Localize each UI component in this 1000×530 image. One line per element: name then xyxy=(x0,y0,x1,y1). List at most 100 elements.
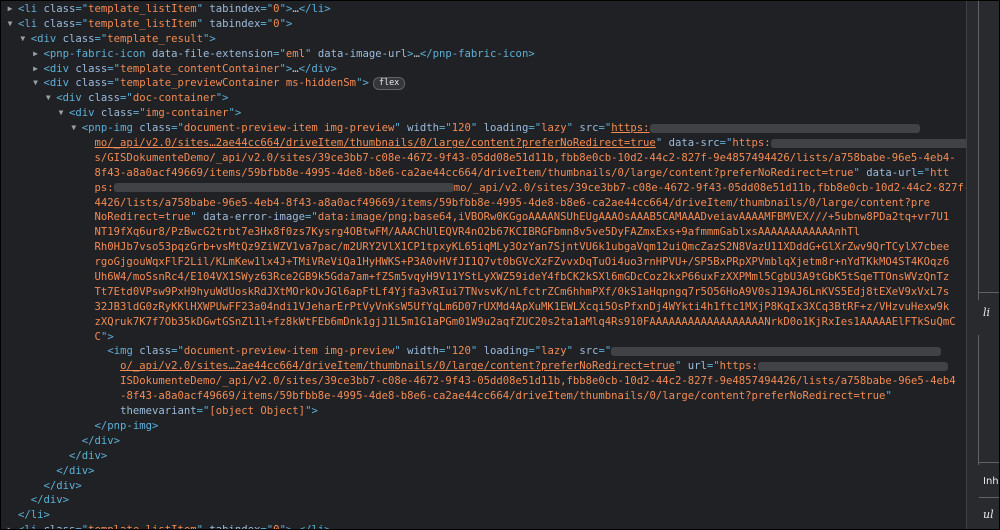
attribute-value[interactable]: mo/_api/v2.0/sites…2ae44cc664/driveItem/… xyxy=(95,137,656,149)
attribute-value: Tt7Etd0VPsw9PxH9hyuWdUoskRdJXtMOrkOvJGl6… xyxy=(94,285,950,298)
tag-token: <div xyxy=(56,92,89,105)
tag-token: =" xyxy=(260,524,273,530)
dom-tree-line[interactable]: ▶ <div class="template_contentContainer">… xyxy=(0,62,966,77)
dom-tree-line[interactable]: NT19fXq6ur8/PzBwcG2trbt7e3Hx8f0zs7Kysrg4… xyxy=(0,225,966,240)
tag-token: =" xyxy=(171,122,184,135)
dom-tree-line[interactable]: mo/_api/v2.0/sites…2ae44cc664/driveItem/… xyxy=(0,136,966,151)
expand-triangle-icon[interactable]: ▼ xyxy=(31,76,41,91)
attribute-value: template_result xyxy=(107,32,203,45)
attribute-value: template_previewContainer ms-hiddenSm xyxy=(120,77,357,90)
attribute-name: url xyxy=(687,360,707,373)
attribute-value: 4426/lists/a758babe-96e5-4eb4-8f43-a8a0a… xyxy=(94,196,931,209)
collapse-triangle-icon[interactable]: ▶ xyxy=(31,47,41,62)
tag-token: <li xyxy=(18,524,44,530)
tag-token: </div> xyxy=(30,494,70,507)
tag-token: "> xyxy=(305,405,318,418)
dom-tree-line[interactable]: Tt7Etd0VPsw9PxH9hyuWdUoskRdJXtMOrkOvJGl6… xyxy=(0,285,966,300)
dom-tree-line[interactable]: ps: mo/_api/v2.0/sites/39ce3bb7-c08e-4672… xyxy=(0,181,966,196)
dom-tree-line[interactable]: o/_api/v2.0/sites…2ae44cc664/driveItem/t… xyxy=(0,359,966,374)
tag-token: " xyxy=(470,122,484,135)
dom-tree-line[interactable]: ▼ <li class="template_listItem" tabindex=… xyxy=(0,17,966,32)
attribute-value: template_listItem xyxy=(88,17,197,30)
expand-triangle-icon[interactable]: ▼ xyxy=(5,17,15,32)
dom-tree-line[interactable]: NoRedirect=true" data-error-image="data:… xyxy=(0,210,966,225)
dom-tree-line[interactable]: ▼ <div class="template_result"> xyxy=(0,32,966,47)
dom-tree-line[interactable]: </div> xyxy=(0,449,966,464)
dom-tree-line[interactable]: <img class="document-preview-item img-pr… xyxy=(0,344,966,359)
collapse-triangle-icon[interactable]: ▶ xyxy=(31,62,41,77)
dom-tree-line[interactable]: 32JB3ldG0zRyKKlHXWPUwFF23a04ndi1VJeharEr… xyxy=(0,300,966,315)
dom-tree-line[interactable]: ▶<li class="template_listItem" tabindex=… xyxy=(0,2,966,17)
dom-tree-line[interactable]: ▶ <pnp-fabric-icon data-file-extension="e… xyxy=(0,47,966,62)
inherited-label: Inh xyxy=(983,476,999,487)
tag-token: " xyxy=(197,524,210,530)
attribute-value: htt xyxy=(930,166,950,179)
dom-tree-line[interactable]: ▼ <pnp-img class="document-preview-item i… xyxy=(0,121,966,136)
attribute-value[interactable]: https: xyxy=(611,122,649,134)
attribute-value: rgoGjgouWqxFlF2Lil/KLmKew1lx4J+TMiVReViQ… xyxy=(94,256,950,269)
dom-tree-line[interactable]: </div> xyxy=(0,493,966,508)
collapse-triangle-icon[interactable]: ▶ xyxy=(5,523,15,530)
attribute-value: doc-container xyxy=(132,92,216,105)
dom-tree-line[interactable]: </pnp-img> xyxy=(0,419,966,434)
dom-tree-line[interactable]: </li> xyxy=(0,508,966,523)
attribute-value: img-container xyxy=(145,107,229,120)
expand-triangle-icon[interactable]: ▼ xyxy=(18,32,28,47)
redacted-text xyxy=(770,138,966,148)
dom-tree-line[interactable]: rgoGjgouWqxFlF2Lil/KLmKew1lx4J+TMiVReViQ… xyxy=(0,255,966,270)
expand-triangle-icon[interactable]: ▼ xyxy=(69,121,79,136)
collapse-triangle-icon[interactable]: ▶ xyxy=(5,2,15,17)
tag-token: =" xyxy=(94,32,108,45)
attribute-value: template_listItem xyxy=(88,3,197,15)
dom-tree-line[interactable]: ISDokumenteDemo/_api/v2.0/sites/39ce3bb7… xyxy=(0,374,966,389)
redacted-text xyxy=(649,123,920,133)
expand-triangle-icon[interactable]: ▼ xyxy=(43,91,53,106)
attribute-value: Uh6W4/moSsnRc4/E104VX1SWyz63Rce2GB9k5Gda… xyxy=(94,271,950,284)
tag-token: </li> xyxy=(299,524,331,530)
pane-splitter[interactable] xyxy=(978,0,979,300)
attribute-name: src xyxy=(579,122,599,135)
attribute-name: tabindex xyxy=(209,524,260,530)
dom-tree-line[interactable]: ▼ <div class="img-container"> xyxy=(0,106,966,121)
tag-token: <pnp-img xyxy=(81,122,140,135)
tag-token: </div> xyxy=(69,449,108,462)
tag-token: " xyxy=(566,122,580,135)
divider xyxy=(979,497,1000,498)
styles-side-pane[interactable]: li Inh ul xyxy=(966,0,1000,530)
tag-token: "> xyxy=(356,77,369,90)
tag-token: =" xyxy=(196,405,210,418)
tag-token: "> xyxy=(280,524,293,530)
dom-tree-line[interactable]: C"> xyxy=(0,330,966,345)
tag-token: </pnp-img> xyxy=(94,419,159,432)
dom-tree-line[interactable]: ▶<li class="template_listItem" tabindex=… xyxy=(0,523,966,530)
attribute-value: zXQruk7K7f7Ob35kDGwtGSnZl1l+fz8kWtFEb6mD… xyxy=(94,315,956,328)
tag-token: =" xyxy=(75,3,89,15)
attribute-name: class xyxy=(75,77,108,90)
expand-triangle-icon[interactable]: ▼ xyxy=(56,106,66,121)
pane-splitter-lower[interactable] xyxy=(978,335,979,465)
dom-tree-line[interactable]: 8f43-a8a0acf49669/items/59bfbb8e-4995-4d… xyxy=(0,166,966,181)
elements-tree[interactable]: ▶ <li class="template_listItem" tabindex=… xyxy=(0,0,966,530)
dom-tree-line[interactable]: themevariant="[object Object]"> xyxy=(0,404,966,419)
dom-tree-line[interactable]: ▼ <div class="doc-container"> xyxy=(0,91,966,106)
dom-tree-line[interactable]: Rh0HJb7vso53pqzGrb+vsMtQz9ZiWZV1va7pac/m… xyxy=(0,240,966,255)
flex-badge[interactable]: flex xyxy=(372,76,406,90)
dom-tree-line[interactable]: </div> xyxy=(0,479,966,494)
attribute-value[interactable]: o/_api/v2.0/sites…2ae44cc664/driveItem/t… xyxy=(120,360,675,372)
dom-tree-line[interactable]: </div> xyxy=(0,464,966,479)
dom-tree-line[interactable]: Uh6W4/moSsnRc4/E104VX1SWyz63Rce2GB9k5Gda… xyxy=(0,270,966,285)
dom-tree-line[interactable]: ▼ <div class="template_previewContainer m… xyxy=(0,76,966,91)
attribute-name: class xyxy=(43,17,76,30)
tag-token: " xyxy=(190,211,203,224)
attribute-value: Rh0HJb7vso53pqzGrb+vsMtQz9ZiWZV1va7pac/m… xyxy=(94,241,950,254)
tag-token: "> xyxy=(279,17,293,30)
dom-tree-line[interactable]: </div> xyxy=(0,434,966,449)
tag-token: " xyxy=(394,122,408,135)
dom-tree-line[interactable]: -8f43-a8a0acf49669/items/59bfbb8e-4995-4… xyxy=(0,389,966,404)
tag-token: <div xyxy=(43,77,76,90)
dom-tree-line[interactable]: 4426/lists/a758babe-96e5-4eb4-8f43-a8a0a… xyxy=(0,196,966,211)
attribute-name: class xyxy=(62,32,95,45)
dom-tree-line[interactable]: s/GISDokumenteDemo/_api/v2.0/sites/39ce3… xyxy=(0,151,966,166)
tag-token: =" xyxy=(439,122,452,135)
dom-tree-line[interactable]: zXQruk7K7f7Ob35kDGwtGSnZl1l+fz8kWtFEb6mD… xyxy=(0,315,966,330)
